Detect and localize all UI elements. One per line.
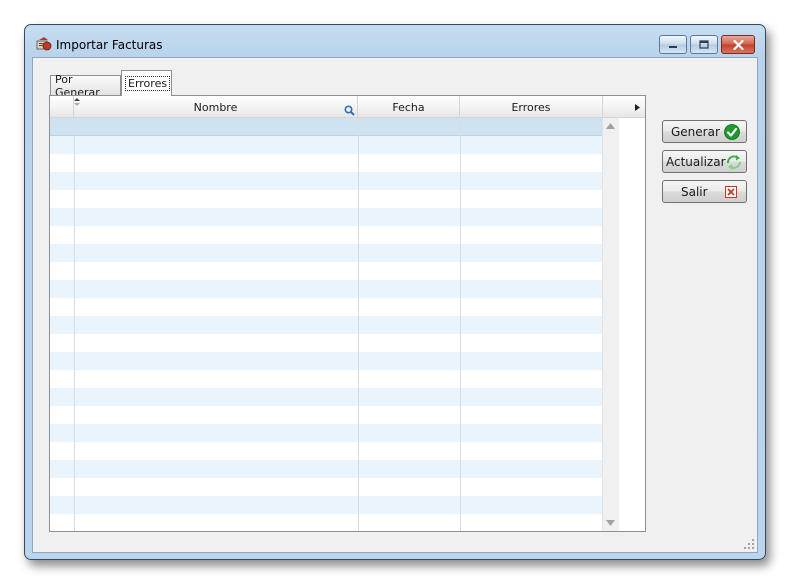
table-row[interactable] <box>50 280 602 298</box>
close-icon <box>732 39 744 50</box>
app-icon <box>36 37 52 51</box>
table-row[interactable] <box>50 478 602 496</box>
table-row[interactable] <box>50 136 602 154</box>
table-row[interactable] <box>50 316 602 334</box>
column-header-nombre[interactable]: Nombre <box>74 96 358 118</box>
client-area: Por Generar Errores Nombre Fecha Errores… <box>32 57 758 553</box>
salir-button[interactable]: Salir <box>662 180 747 203</box>
table-row[interactable] <box>50 496 602 514</box>
button-label: Actualizar <box>666 154 726 169</box>
maximize-button[interactable] <box>690 35 718 54</box>
grid-rows <box>50 118 602 531</box>
caption-buttons <box>656 35 755 54</box>
table-row[interactable] <box>50 190 602 208</box>
refresh-icon <box>727 155 741 170</box>
table-row[interactable] <box>50 244 602 262</box>
generar-button[interactable]: Generar <box>662 120 747 143</box>
button-label: Generar <box>671 124 720 139</box>
table-row[interactable] <box>50 154 602 172</box>
table-row[interactable] <box>50 334 602 352</box>
search-icon[interactable] <box>344 105 355 116</box>
scroll-up-icon[interactable] <box>606 123 615 129</box>
close-button[interactable] <box>721 35 755 54</box>
table-row[interactable] <box>50 388 602 406</box>
check-icon <box>724 124 740 140</box>
table-row[interactable] <box>50 514 602 531</box>
title-bar[interactable]: Importar Facturas <box>25 25 765 57</box>
grid-header: Nombre Fecha Errores <box>50 96 645 118</box>
minimize-icon <box>669 45 677 48</box>
column-header-errores[interactable]: Errores <box>460 96 603 118</box>
actualizar-button[interactable]: Actualizar <box>662 150 747 173</box>
row-indicator-header[interactable] <box>50 96 80 118</box>
resize-grip-icon[interactable] <box>744 539 754 549</box>
table-row[interactable] <box>50 460 602 478</box>
maximize-icon <box>699 40 709 49</box>
table-row[interactable] <box>50 262 602 280</box>
scroll-down-icon[interactable] <box>606 520 615 526</box>
column-scroll-right-button[interactable] <box>603 96 645 118</box>
column-divider <box>460 118 461 531</box>
table-row[interactable] <box>50 208 602 226</box>
table-row[interactable] <box>50 298 602 316</box>
vertical-scrollbar[interactable] <box>602 118 619 531</box>
tab-label: Errores <box>124 76 171 91</box>
data-grid[interactable]: Nombre Fecha Errores <box>49 95 646 532</box>
column-label: Errores <box>511 100 551 114</box>
column-header-fecha[interactable]: Fecha <box>358 96 460 118</box>
close-icon <box>725 186 737 198</box>
window-title: Importar Facturas <box>56 38 163 52</box>
table-row[interactable] <box>50 406 602 424</box>
tab-errores[interactable]: Errores <box>121 70 172 96</box>
minimize-button[interactable] <box>659 35 687 54</box>
tab-por-generar[interactable]: Por Generar <box>50 73 121 99</box>
column-divider <box>358 118 359 531</box>
column-divider <box>74 118 75 531</box>
main-window: Importar Facturas Por Generar Errores No… <box>24 24 766 560</box>
table-row-selected[interactable] <box>50 118 602 136</box>
table-row[interactable] <box>50 442 602 460</box>
table-row[interactable] <box>50 226 602 244</box>
table-row[interactable] <box>50 370 602 388</box>
table-row[interactable] <box>50 424 602 442</box>
table-row[interactable] <box>50 352 602 370</box>
column-label: Nombre <box>193 100 238 114</box>
chevron-right-icon <box>635 103 640 111</box>
table-row[interactable] <box>50 172 602 190</box>
column-label: Fecha <box>392 100 425 114</box>
button-label: Salir <box>681 184 708 199</box>
